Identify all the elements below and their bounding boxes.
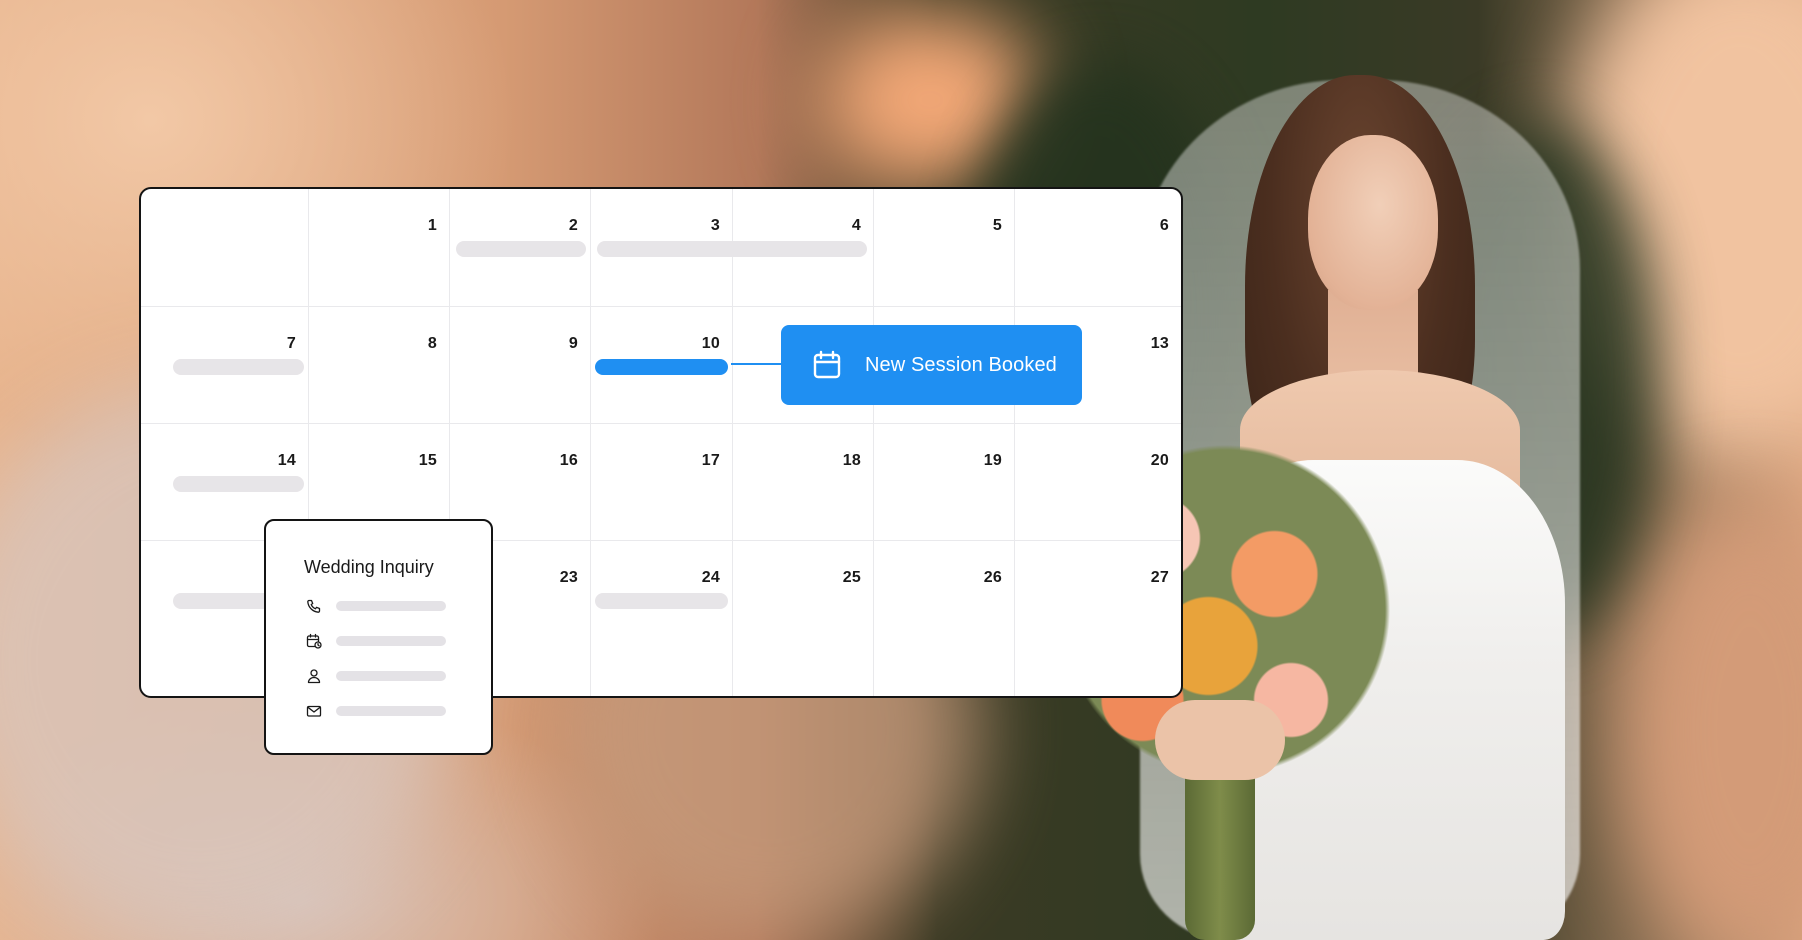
- date-placeholder: [336, 636, 446, 646]
- day-number: 20: [1150, 452, 1169, 469]
- day-cell[interactable]: 2: [450, 189, 591, 307]
- calendar-clock-icon: [306, 633, 322, 649]
- day-number: 9: [568, 335, 578, 352]
- day-number: 27: [1150, 569, 1169, 586]
- day-cell[interactable]: 18: [733, 424, 874, 541]
- inquiry-row-email: [306, 702, 322, 720]
- day-number: 10: [701, 335, 720, 352]
- email-placeholder: [336, 706, 446, 716]
- day-number: 2: [568, 217, 578, 234]
- mail-icon: [306, 705, 322, 717]
- day-number: 1: [427, 217, 437, 234]
- day-number: 15: [418, 452, 437, 469]
- day-cell[interactable]: [141, 189, 309, 307]
- toast-label: New Session Booked: [865, 353, 1057, 376]
- new-session-toast[interactable]: New Session Booked: [781, 325, 1082, 405]
- day-cell[interactable]: 6: [1015, 189, 1181, 307]
- day-cell[interactable]: 20: [1015, 424, 1181, 541]
- day-cell[interactable]: 27: [1015, 541, 1181, 696]
- calendar-icon: [813, 350, 841, 379]
- day-cell[interactable]: 8: [309, 307, 450, 424]
- day-cell[interactable]: 10: [591, 307, 733, 424]
- day-cell[interactable]: 26: [874, 541, 1015, 696]
- day-number: 8: [427, 335, 437, 352]
- phone-icon: [307, 599, 321, 613]
- day-number: 24: [701, 569, 720, 586]
- day-cell[interactable]: 24: [591, 541, 733, 696]
- day-number: 13: [1150, 335, 1169, 352]
- day-cell[interactable]: 9: [450, 307, 591, 424]
- day-number: 5: [992, 217, 1002, 234]
- day-cell[interactable]: 19: [874, 424, 1015, 541]
- inquiry-row-date: [306, 632, 322, 650]
- phone-placeholder: [336, 601, 446, 611]
- day-cell[interactable]: 17: [591, 424, 733, 541]
- toast-connector-line: [731, 363, 787, 365]
- inquiry-row-contact: [306, 667, 322, 685]
- day-cell[interactable]: 1: [309, 189, 450, 307]
- day-number: 7: [286, 335, 296, 352]
- event-placeholder[interactable]: [595, 593, 728, 609]
- hands: [1155, 700, 1285, 780]
- event-placeholder[interactable]: [173, 476, 304, 492]
- day-cell[interactable]: 7: [141, 307, 309, 424]
- day-number: 18: [842, 452, 861, 469]
- inquiry-row-phone: [306, 597, 322, 615]
- day-number: 16: [559, 452, 578, 469]
- day-number: 23: [559, 569, 578, 586]
- booked-session-bar[interactable]: [595, 359, 728, 375]
- day-number: 17: [701, 452, 720, 469]
- wedding-inquiry-card[interactable]: Wedding Inquiry: [264, 519, 493, 755]
- day-number: 4: [851, 217, 861, 234]
- day-number: 26: [983, 569, 1002, 586]
- day-cell[interactable]: 25: [733, 541, 874, 696]
- day-cell[interactable]: 3: [591, 189, 867, 307]
- day-number: 14: [277, 452, 296, 469]
- day-number: 3: [710, 217, 720, 234]
- face: [1308, 135, 1438, 310]
- inquiry-title: Wedding Inquiry: [304, 557, 434, 577]
- event-placeholder[interactable]: [456, 241, 586, 257]
- day-cell[interactable]: 5: [874, 189, 1015, 307]
- day-number: 25: [842, 569, 861, 586]
- day-number: 19: [983, 452, 1002, 469]
- user-icon: [307, 669, 321, 684]
- contact-placeholder: [336, 671, 446, 681]
- event-placeholder[interactable]: [597, 241, 867, 257]
- event-placeholder[interactable]: [173, 359, 304, 375]
- day-number: 6: [1159, 217, 1169, 234]
